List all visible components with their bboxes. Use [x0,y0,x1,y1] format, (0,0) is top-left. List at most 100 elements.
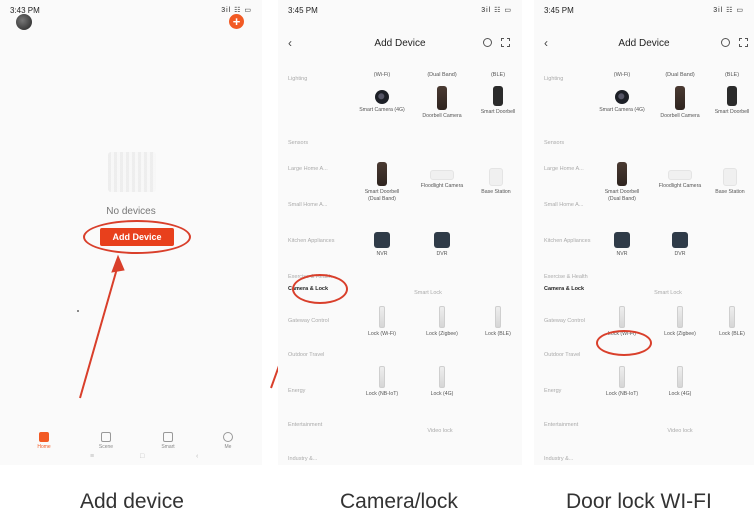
lock-item[interactable]: Lock (Zigbee) [419,306,465,338]
device-item[interactable]: Floodlight Camera [657,170,703,190]
lock-icon [677,366,683,388]
category-item-camera-lock[interactable]: Camera & Lock [534,286,592,293]
device-item[interactable]: Smart Doorbell (Dual Band) [359,162,405,202]
doorbell-icon [377,162,387,186]
lock-item[interactable]: Lock (4G) [419,366,465,398]
base-station-icon [489,168,503,186]
floodlight-icon [430,170,454,180]
section-title: Video lock [667,428,693,434]
category-item[interactable]: Outdoor Travel [278,352,336,359]
column-header: (Wi-Fi) [613,72,631,78]
device-item[interactable]: DVR [419,232,465,258]
lock-icon [619,306,625,328]
lock-item[interactable]: Lock (NB-IoT) [599,366,645,398]
arrow-line-1 [79,264,119,399]
lock-icon [729,306,735,328]
lock-item[interactable]: Lock (BLE) [475,306,521,338]
nvr-icon [374,232,390,248]
section-title: Video lock [427,428,453,434]
base-station-icon [723,168,737,186]
category-item[interactable]: Energy [278,388,336,395]
screen-add-device-door-lock: 3:45 PM 3il ☷ ▭ ‹ Add Device Lighting Se… [534,0,754,465]
nvr-icon [614,232,630,248]
device-item[interactable]: Doorbell Camera [419,86,465,120]
device-item[interactable]: DVR [657,232,703,258]
status-icons: 3il ☷ ▭ [713,7,744,14]
lock-icon [439,306,445,328]
category-item[interactable]: Exercise & Health [534,274,592,281]
lock-item[interactable]: Lock (Wi-Fi) [359,306,405,338]
screen-add-device-camera-lock: 3:45 PM 3il ☷ ▭ ‹ Add Device Lighting Se… [278,0,522,465]
doorbell-icon [675,86,685,110]
caption-camera-lock: Camera/lock [340,490,458,513]
category-item[interactable]: Small Home A... [278,202,336,209]
category-item[interactable]: Entertainment [534,422,592,429]
lock-icon [379,306,385,328]
category-item[interactable]: Outdoor Travel [534,352,592,359]
status-time: 3:45 PM [288,6,318,15]
lock-icon [439,366,445,388]
doorbell-icon [437,86,447,110]
highlight-oval [596,330,652,356]
camera-icon [615,90,629,104]
section-title: Smart Lock [654,290,682,296]
lock-item[interactable]: Lock (4G) [657,366,703,398]
status-time: 3:45 PM [544,6,574,15]
lock-item[interactable]: Lock (NB-IoT) [359,366,405,398]
device-item[interactable]: NVR [359,232,405,258]
device-item[interactable]: NVR [599,232,645,258]
category-item[interactable]: Gateway Control [278,318,336,325]
column-header: (Wi-Fi) [373,72,391,78]
caption-add-device: Add device [80,490,184,513]
column-header: (Dual Band) [665,72,695,78]
lock-icon [495,306,501,328]
device-item[interactable]: Floodlight Camera [419,170,465,190]
category-item[interactable]: Gateway Control [534,318,592,325]
status-bar: 3:45 PM 3il ☷ ▭ [278,6,522,18]
auto-scan-icon[interactable] [483,38,492,47]
column-header: (Dual Band) [427,72,457,78]
lock-icon [677,306,683,328]
camera-icon [375,90,389,104]
device-item[interactable]: Smart Camera (4G) [599,90,645,114]
device-item[interactable]: Smart Doorbell [475,86,521,116]
category-item[interactable]: Kitchen Appliances [278,238,336,245]
category-item[interactable]: Kitchen Appliances [534,238,592,245]
auto-scan-icon[interactable] [721,38,730,47]
arrow-head-1 [111,254,125,273]
header: ‹ Add Device [278,36,522,52]
category-item[interactable]: Sensors [278,140,336,147]
category-item[interactable]: Small Home A... [534,202,592,209]
category-item[interactable]: Sensors [534,140,592,147]
column-header: (BLE) [724,72,740,78]
dvr-icon [434,232,450,248]
category-item[interactable]: Large Home A... [278,166,336,173]
floodlight-icon [668,170,692,180]
dvr-icon [672,232,688,248]
category-item[interactable]: Lighting [278,76,336,83]
lock-item[interactable]: Lock (Zigbee) [657,306,703,338]
lock-icon [619,366,625,388]
device-item[interactable]: Smart Doorbell (Dual Band) [599,162,645,202]
qr-scan-icon[interactable] [739,38,748,47]
category-item[interactable]: Entertainment [278,422,336,429]
category-item[interactable]: Energy [534,388,592,395]
caption-door-lock-wifi: Door lock WI-FI [566,490,712,513]
device-item[interactable]: Base Station [707,168,753,196]
category-item[interactable]: Large Home A... [534,166,592,173]
doorbell-icon [617,162,627,186]
device-item[interactable]: Smart Doorbell [709,86,754,116]
category-item[interactable]: Lighting [534,76,592,83]
section-title: Smart Lock [414,290,442,296]
status-bar: 3:45 PM 3il ☷ ▭ [534,6,754,18]
doorbell-icon [493,86,503,106]
device-item[interactable]: Smart Camera (4G) [359,90,405,114]
device-item[interactable]: Doorbell Camera [657,86,703,120]
column-header: (BLE) [490,72,506,78]
qr-scan-icon[interactable] [501,38,510,47]
category-item[interactable]: Industry &... [278,456,336,463]
device-item[interactable]: Base Station [473,168,519,196]
lock-item[interactable]: Lock (BLE) [709,306,754,338]
status-icons: 3il ☷ ▭ [481,7,512,14]
category-item[interactable]: Industry &... [534,456,592,463]
